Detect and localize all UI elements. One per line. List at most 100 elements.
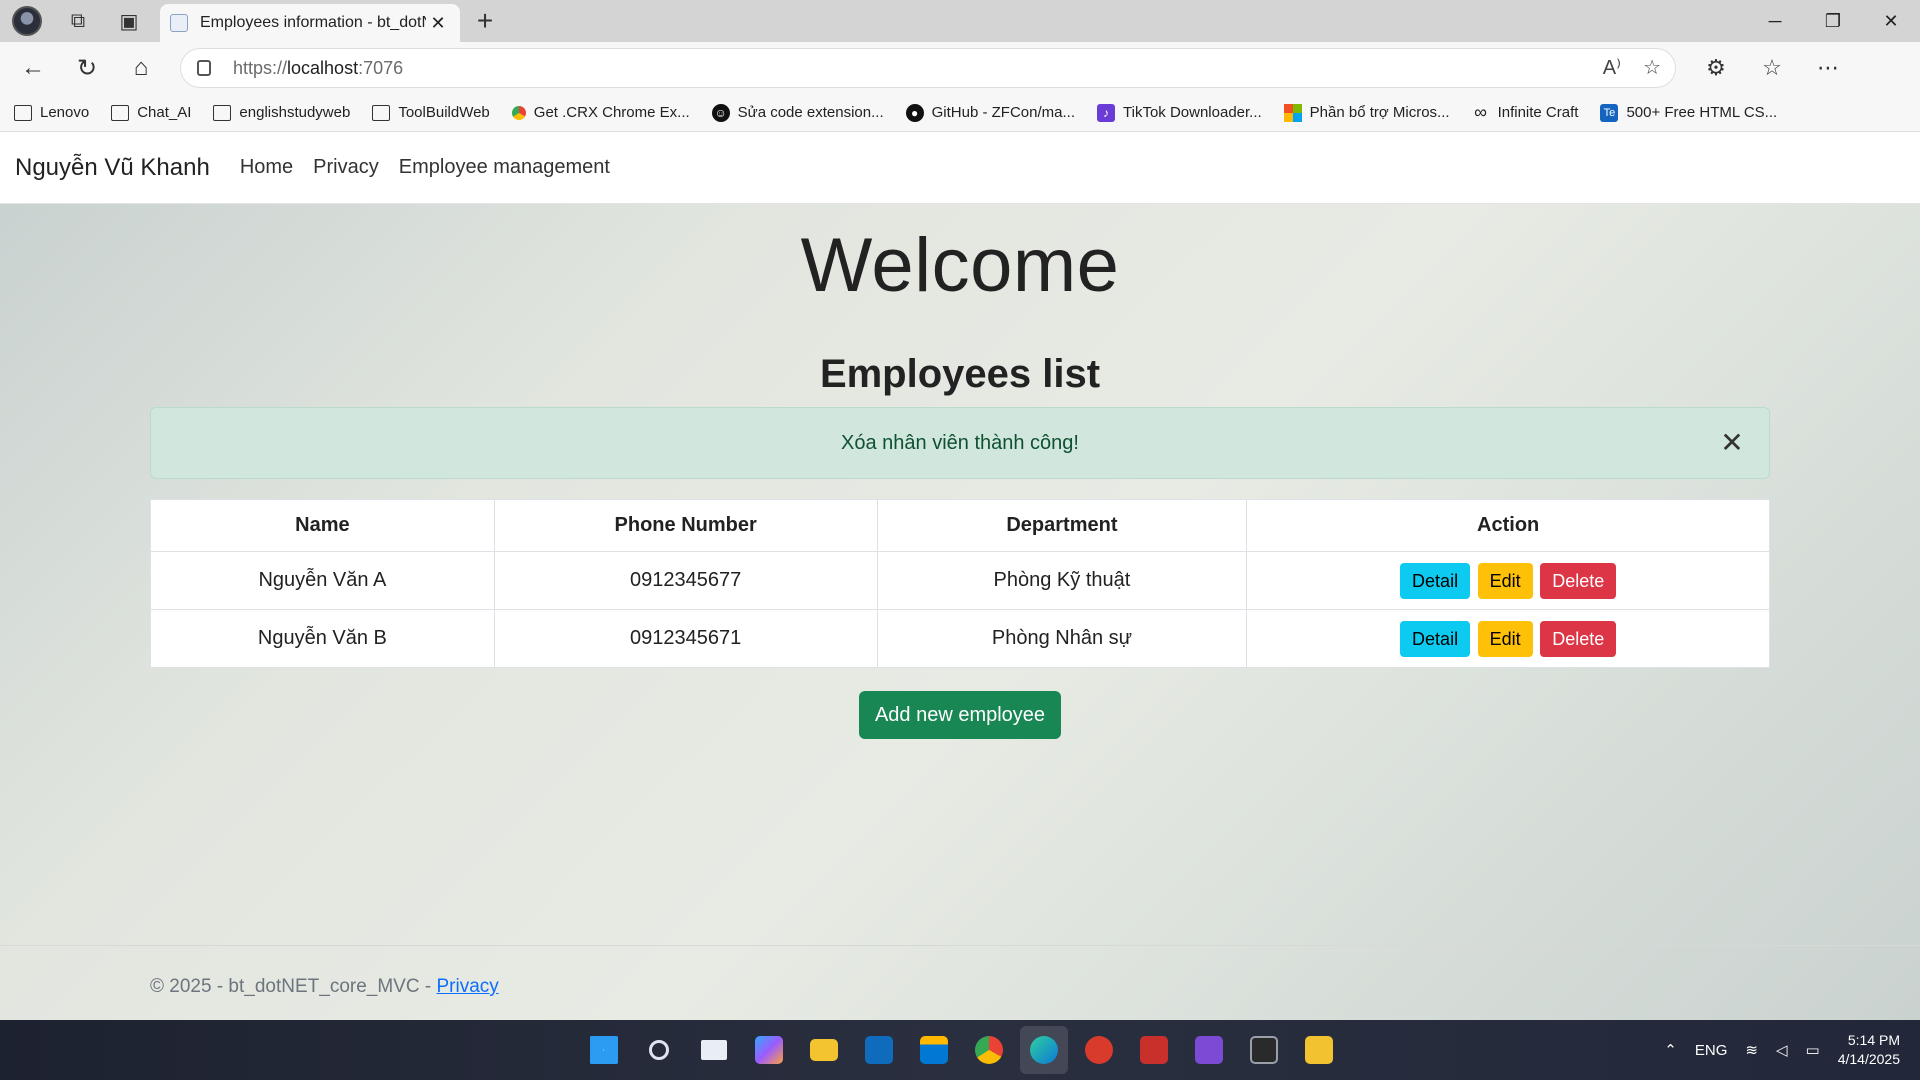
column-header-action: Action xyxy=(1246,499,1770,552)
folder-icon xyxy=(372,104,391,121)
nav-link-privacy[interactable]: Privacy xyxy=(313,156,379,179)
web-page: Nguyễn Vũ Khanh Home Privacy Employee ma… xyxy=(0,132,1920,1020)
folder-icon xyxy=(213,104,232,121)
bookmarks-bar: Lenovo Chat_AI englishstudyweb ToolBuild… xyxy=(0,94,1920,132)
footer-privacy-link[interactable]: Privacy xyxy=(436,976,498,997)
favorite-star-icon[interactable]: ☆ xyxy=(1643,55,1661,80)
te-icon: Te xyxy=(1600,103,1619,122)
extensions-icon[interactable]: ⚙ xyxy=(1690,55,1742,81)
new-tab-button[interactable]: + xyxy=(468,4,502,38)
vertical-tabs-icon[interactable]: ▣ xyxy=(102,0,156,42)
tab-title: Employees information - bt_dotNET_core_M… xyxy=(200,14,426,31)
success-alert: Xóa nhân viên thành công! ✕ xyxy=(150,407,1770,479)
language-indicator[interactable]: ENG xyxy=(1695,1042,1728,1059)
volume-icon[interactable]: ◁ xyxy=(1776,1041,1788,1059)
system-tray: ⌃ ENG ≋ ◁ ▭ 5:14 PM 4/14/2025 xyxy=(1664,1020,1900,1080)
column-header-name: Name xyxy=(150,499,495,552)
welcome-heading: Welcome xyxy=(800,223,1120,308)
terminal-icon[interactable] xyxy=(1240,1026,1288,1074)
bookmark-free-html-css[interactable]: Te 500+ Free HTML CS... xyxy=(1600,103,1777,122)
bookmark-toolbuildweb[interactable]: ToolBuildWeb xyxy=(372,104,490,121)
bookmark-englishstudyweb[interactable]: englishstudyweb xyxy=(213,104,350,121)
site-brand[interactable]: Nguyễn Vũ Khanh xyxy=(15,154,210,182)
store-icon[interactable] xyxy=(910,1026,958,1074)
clock-date: 4/14/2025 xyxy=(1837,1051,1900,1067)
chrome-taskbar-icon[interactable] xyxy=(965,1026,1013,1074)
tiktok-icon: ♪ xyxy=(1097,103,1115,122)
read-aloud-icon[interactable]: A⁾ xyxy=(1603,55,1621,80)
site-footer: © 2025 - bt_dotNET_core_MVC - Privacy xyxy=(0,945,1920,1020)
file-explorer-icon[interactable] xyxy=(800,1026,848,1074)
nav-link-home[interactable]: Home xyxy=(240,156,293,179)
employees-table: Name Phone Number Department Action Nguy… xyxy=(150,499,1770,668)
cell-actions: Detail Edit Delete xyxy=(1246,551,1770,610)
bot-icon: ☺ xyxy=(711,103,730,122)
wifi-icon[interactable]: ≋ xyxy=(1745,1041,1758,1059)
home-icon[interactable]: ⌂ xyxy=(114,42,168,94)
app-yellow-icon[interactable] xyxy=(1295,1026,1343,1074)
start-icon[interactable] xyxy=(580,1026,628,1074)
workspaces-icon[interactable]: ⧉ xyxy=(54,0,102,42)
site-navbar: Nguyễn Vũ Khanh Home Privacy Employee ma… xyxy=(0,132,1920,204)
url-text: https://localhost:7076 xyxy=(233,57,404,78)
bookmark-microsoft[interactable]: Phần bổ trợ Micros... xyxy=(1283,103,1450,122)
browser-tab[interactable]: Employees information - bt_dotNET_core_M… xyxy=(160,4,460,42)
bookmark-sua-code[interactable]: ☺ Sửa code extension... xyxy=(711,103,884,122)
cell-actions: Detail Edit Delete xyxy=(1246,609,1770,668)
address-input[interactable]: https://localhost:7076 A⁾ ☆ xyxy=(180,48,1676,88)
outlook-icon[interactable] xyxy=(855,1026,903,1074)
delete-button[interactable]: Delete xyxy=(1540,620,1617,657)
add-new-employee-button[interactable]: Add new employee xyxy=(859,691,1061,739)
table-header-row: Name Phone Number Department Action xyxy=(150,499,1770,552)
column-header-department: Department xyxy=(876,499,1248,552)
app-toolbox-icon[interactable] xyxy=(1130,1026,1178,1074)
folder-icon xyxy=(111,104,130,121)
clock[interactable]: 5:14 PM 4/14/2025 xyxy=(1838,1031,1900,1069)
column-header-phone: Phone Number xyxy=(493,499,878,552)
bookmark-infinite-craft[interactable]: ∞ Infinite Craft xyxy=(1472,102,1578,122)
back-arrow-icon[interactable]: ← xyxy=(6,42,60,94)
bookmark-tiktok[interactable]: ♪ TikTok Downloader... xyxy=(1097,103,1262,122)
cell-name: Nguyễn Văn B xyxy=(150,609,495,668)
edit-button[interactable]: Edit xyxy=(1477,562,1533,599)
profile-avatar[interactable] xyxy=(0,0,54,42)
cell-phone: 0912345671 xyxy=(493,609,878,668)
app-red-icon[interactable] xyxy=(1075,1026,1123,1074)
edge-taskbar-icon[interactable] xyxy=(1020,1026,1068,1074)
browser-tab-bar: ⧉ ▣ Employees information - bt_dotNET_co… xyxy=(0,0,1920,42)
bookmark-get-crx[interactable]: Get .CRX Chrome Ex... xyxy=(511,104,690,121)
restore-icon[interactable]: ❐ xyxy=(1804,0,1862,42)
close-window-icon[interactable]: ✕ xyxy=(1862,0,1920,42)
clock-time: 5:14 PM xyxy=(1847,1032,1900,1048)
bookmark-lenovo[interactable]: Lenovo xyxy=(14,104,89,121)
windows-taskbar: ⌃ ENG ≋ ◁ ▭ 5:14 PM 4/14/2025 xyxy=(0,1020,1920,1080)
chevron-up-icon[interactable]: ⌃ xyxy=(1664,1041,1677,1059)
detail-button[interactable]: Detail xyxy=(1400,562,1471,599)
minimize-icon[interactable]: ─ xyxy=(1746,0,1804,42)
detail-button[interactable]: Detail xyxy=(1400,620,1471,657)
bookmark-github[interactable]: ● GitHub - ZFCon/ma... xyxy=(905,103,1075,122)
favorites-icon[interactable]: ☆ xyxy=(1746,55,1798,81)
nav-link-employee-management[interactable]: Employee management xyxy=(399,156,610,179)
visual-studio-icon[interactable] xyxy=(1185,1026,1233,1074)
more-options-icon[interactable]: ⋯ xyxy=(1802,55,1854,81)
close-alert-icon[interactable]: ✕ xyxy=(1717,428,1747,458)
table-row: Nguyễn Văn B 0912345671 Phòng Nhân sự De… xyxy=(150,609,1770,668)
cell-department: Phòng Nhân sự xyxy=(876,609,1248,668)
delete-button[interactable]: Delete xyxy=(1540,562,1617,599)
footer-text: © 2025 - bt_dotNET_core_MVC - Privacy xyxy=(150,976,499,997)
copilot-taskbar-icon[interactable] xyxy=(745,1026,793,1074)
close-tab-icon[interactable]: ✕ xyxy=(426,13,450,34)
refresh-icon[interactable]: ↻ xyxy=(60,42,114,94)
bookmark-chat-ai[interactable]: Chat_AI xyxy=(111,104,191,121)
alert-message: Xóa nhân viên thành công! xyxy=(841,431,1079,454)
lock-icon[interactable] xyxy=(197,60,211,76)
github-icon: ● xyxy=(905,103,924,122)
microsoft-icon xyxy=(1283,103,1302,122)
task-view-icon[interactable] xyxy=(690,1026,738,1074)
infinity-icon: ∞ xyxy=(1474,102,1487,122)
search-icon[interactable] xyxy=(635,1026,683,1074)
folder-icon xyxy=(14,104,32,121)
battery-icon[interactable]: ▭ xyxy=(1806,1041,1820,1059)
edit-button[interactable]: Edit xyxy=(1477,620,1533,657)
